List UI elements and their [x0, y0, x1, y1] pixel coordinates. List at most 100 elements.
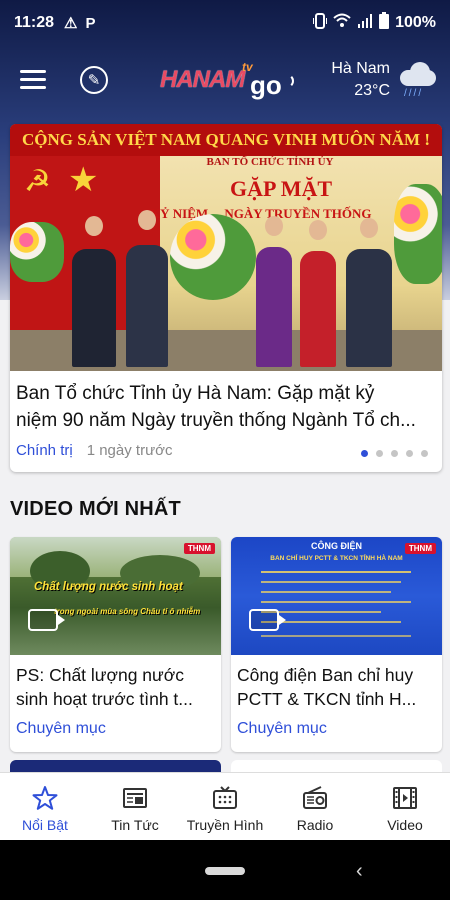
- newspaper-icon: [121, 785, 149, 811]
- battery-percent: 100%: [395, 14, 436, 31]
- video-title-line-1: PS: Chất lượng nước: [16, 665, 184, 685]
- thumb-line: [261, 635, 411, 637]
- signal-wave-icon: [284, 74, 294, 88]
- home-pill-button[interactable]: [205, 867, 245, 875]
- next-video-card-peek[interactable]: [10, 760, 221, 772]
- video-title[interactable]: PS: Chất lượng nước sinh hoạt trước tình…: [16, 663, 216, 711]
- image-org-text: BAN TỔ CHỨC TỈNH ỦY: [206, 156, 334, 168]
- video-title[interactable]: Công điện Ban chỉ huy PCTT & TKCN tỉnh H…: [237, 663, 437, 711]
- carousel-dot[interactable]: [406, 450, 413, 457]
- signal-icon: [357, 13, 373, 34]
- video-card[interactable]: Chất lượng nước sinh hoạt trong ngoài mù…: [10, 537, 221, 752]
- thumb-caption-1: Chất lượng nước sinh hoạt: [34, 581, 183, 593]
- video-title-line-2: sinh hoạt trước tình t...: [16, 689, 193, 709]
- video-camera-icon: [28, 609, 65, 631]
- nav-tab-tin-tuc[interactable]: Tin Tức: [90, 773, 180, 840]
- thumb-caption-2: trong ngoài mùa sông Châu tỉ ô nhiễm: [54, 607, 201, 616]
- status-right: 100%: [313, 12, 436, 34]
- app-logo: HANAM tv go: [160, 60, 300, 104]
- p-icon: P: [85, 14, 96, 32]
- nav-label: Video: [387, 817, 423, 833]
- video-thumbnail: CÔNG ĐIỆN BAN CHỈ HUY PCTT & TKCN TỈNH H…: [231, 537, 442, 655]
- edit-icon[interactable]: ✎: [80, 66, 108, 94]
- thumb-line: [261, 581, 401, 583]
- carousel-indicator: [361, 450, 428, 457]
- battery-icon: [379, 12, 390, 34]
- video-thumbnail: Chất lượng nước sinh hoạt trong ngoài mù…: [10, 537, 221, 655]
- next-video-card-peek[interactable]: [231, 760, 442, 772]
- vibrate-icon: [313, 12, 328, 34]
- carousel-dot[interactable]: [361, 450, 368, 457]
- menu-icon[interactable]: [20, 70, 46, 90]
- channel-badge: THNM: [404, 543, 436, 554]
- logo-hanam: HANAM: [160, 66, 245, 93]
- person-figure: [346, 249, 392, 367]
- thumb-line: [261, 591, 391, 593]
- flower-bouquet: [170, 214, 256, 300]
- alert-icon: ⚠: [64, 15, 78, 32]
- featured-category-link[interactable]: Chính trị: [16, 442, 73, 459]
- video-title-line-1: Công điện Ban chỉ huy: [237, 665, 414, 685]
- person-figure: [72, 249, 116, 367]
- featured-article-image: CỘNG SẢN VIỆT NAM QUANG VINH MUÔN NĂM ! …: [10, 124, 442, 371]
- nav-label: Nổi Bật: [22, 817, 68, 833]
- person-head: [309, 220, 327, 240]
- person-figure: [256, 247, 292, 367]
- video-category-link[interactable]: Chuyên mục: [237, 720, 327, 738]
- app-screen: 11:28 ⚠ P 100% ✎ HANAM tv go Hà Nam 23°C…: [0, 0, 450, 900]
- hammer-sickle-icon: ☭: [24, 165, 51, 198]
- logo-go: go: [250, 70, 282, 100]
- image-big-text: GẶP MẶT: [230, 176, 333, 201]
- nav-tab-radio[interactable]: Radio: [270, 773, 360, 840]
- image-banner-text: CỘNG SẢN VIỆT NAM QUANG VINH MUÔN NĂM !: [10, 124, 442, 156]
- weather-temp: 23°C: [354, 82, 390, 99]
- nav-tab-noi-bat[interactable]: Nổi Bật: [0, 773, 90, 840]
- video-camera-icon: [249, 609, 286, 631]
- nav-tab-truyen-hinh[interactable]: Truyền Hình: [180, 773, 270, 840]
- carousel-dot[interactable]: [376, 450, 383, 457]
- image-sub-text: KỶ NIỆM ... NGÀY TRUYỀN THỐNG: [150, 206, 372, 221]
- wifi-icon: [333, 13, 351, 34]
- featured-article-meta: Chính trị 1 ngày trước: [16, 442, 172, 459]
- thumb-line: [261, 601, 411, 603]
- featured-timestamp: 1 ngày trước: [86, 442, 173, 459]
- featured-title-line-1: Ban Tổ chức Tỉnh ủy Hà Nam: Gặp mặt kỷ: [16, 383, 375, 404]
- thumb-line: [261, 571, 411, 573]
- person-head: [265, 216, 283, 236]
- system-navigation-bar: ‹: [0, 840, 450, 900]
- person-head: [360, 218, 378, 238]
- carousel-dot[interactable]: [391, 450, 398, 457]
- person-figure: [126, 245, 168, 367]
- carousel-dot[interactable]: [421, 450, 428, 457]
- star-icon: [31, 785, 59, 811]
- nav-label: Radio: [296, 817, 334, 833]
- radio-icon: [301, 785, 329, 811]
- status-bar: 11:28 ⚠ P 100%: [0, 0, 450, 46]
- weather-city: Hà Nam: [331, 60, 390, 77]
- back-chevron-icon[interactable]: ‹: [356, 860, 363, 883]
- person-figure: [300, 251, 336, 367]
- bottom-navigation: Nổi Bật Tin Tức Truyền Hình Radio Video: [0, 772, 450, 840]
- star-emblem-icon: ★: [68, 161, 99, 199]
- featured-title-line-2: niệm 90 năm Ngày truyền thống Ngành Tổ c…: [16, 410, 416, 431]
- status-time: 11:28: [14, 14, 55, 31]
- thumb-subheading: BAN CHỈ HUY PCTT & TKCN TỈNH HÀ NAM: [270, 555, 403, 562]
- featured-article-card[interactable]: CỘNG SẢN VIỆT NAM QUANG VINH MUÔN NĂM ! …: [10, 124, 442, 472]
- video-title-line-2: PCTT & TKCN tỉnh H...: [237, 689, 417, 709]
- nav-label: Truyền Hình: [186, 817, 264, 833]
- video-card[interactable]: CÔNG ĐIỆN BAN CHỈ HUY PCTT & TKCN TỈNH H…: [231, 537, 442, 752]
- flower-bouquet: [394, 184, 442, 284]
- weather-widget[interactable]: Hà Nam 23°C ////: [322, 56, 442, 106]
- thumb-line: [261, 611, 381, 613]
- featured-article-title[interactable]: Ban Tổ chức Tỉnh ủy Hà Nam: Gặp mặt kỷ n…: [16, 380, 436, 434]
- flower-bouquet: [10, 222, 64, 282]
- video-category-link[interactable]: Chuyên mục: [16, 720, 106, 738]
- nav-tab-video[interactable]: Video: [360, 773, 450, 840]
- section-title-latest-videos: VIDEO MỚI NHẤT: [10, 498, 181, 520]
- nav-label: Tin Tức: [111, 817, 159, 833]
- person-head: [85, 216, 103, 236]
- tv-icon: [211, 785, 239, 811]
- app-header: ✎ HANAM tv go Hà Nam 23°C ////: [0, 48, 450, 110]
- rain-cloud-icon: ////: [396, 60, 440, 100]
- film-icon: [391, 785, 419, 811]
